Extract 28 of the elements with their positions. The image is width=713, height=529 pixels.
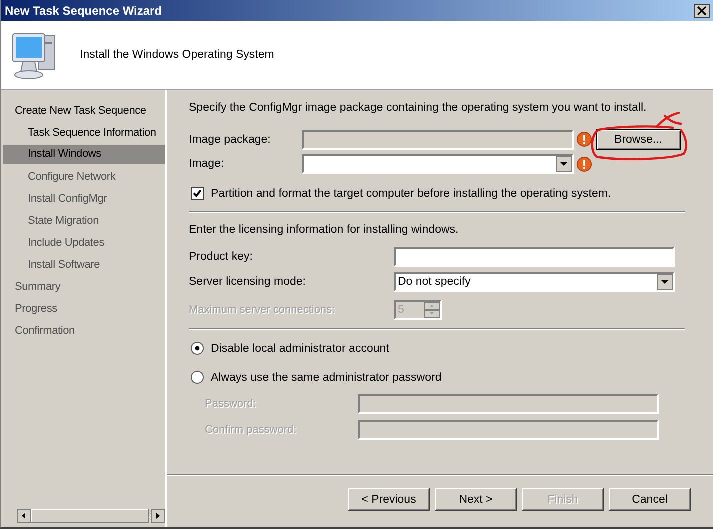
browse-button[interactable]: Browse...: [596, 129, 681, 150]
radio-button[interactable]: [191, 342, 204, 355]
checkbox-label: Partition and format the target computer before installing the operating system.: [211, 188, 612, 200]
image-dropdown[interactable]: [302, 154, 574, 174]
licensing-mode-dropdown[interactable]: Do not specify: [394, 272, 675, 292]
radio-button[interactable]: [191, 371, 204, 384]
product-key-field[interactable]: [394, 247, 675, 267]
scroll-thumb[interactable]: [31, 509, 149, 523]
wizard-button[interactable]: < Previous: [348, 488, 430, 511]
wizard-button[interactable]: Cancel: [609, 488, 691, 511]
instruction-text: Enter the licensing information for installing windows.: [189, 223, 460, 238]
radio-label: Always use the same administrator password: [211, 372, 442, 384]
field-label: Image:: [189, 158, 226, 170]
instruction-text: Specify the ConfigMgr image package containing the operating system you want to install.: [189, 101, 648, 116]
field-label: Product key:: [189, 251, 254, 263]
close-icon[interactable]: [694, 4, 710, 18]
field-label: Server licensing mode:: [189, 276, 307, 288]
window-title: New Task Sequence Wizard: [5, 4, 162, 18]
page-heading: Install the Windows Operating System: [80, 49, 274, 61]
wizard-button[interactable]: Next >: [435, 488, 517, 511]
spinner-arrows-icon: [424, 302, 440, 318]
checkbox[interactable]: [191, 187, 204, 200]
step-item[interactable]: Create New Task Sequence: [3, 100, 165, 122]
radio-label: Disable local administrator account: [211, 342, 390, 354]
step-item[interactable]: Task Sequence Information: [3, 122, 165, 144]
horizontal-scrollbar[interactable]: [17, 508, 165, 524]
step-item[interactable]: Install Windows: [3, 145, 165, 164]
field-label: Image package:: [189, 134, 272, 146]
